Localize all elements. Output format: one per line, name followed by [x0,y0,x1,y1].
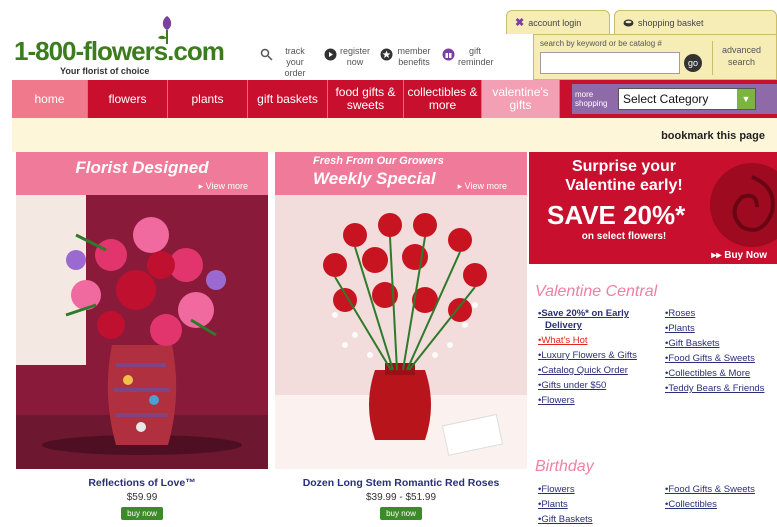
list-item[interactable]: Gift Baskets [665,338,777,350]
register-link[interactable]: register now [324,46,370,78]
promo-line2: Valentine early! [565,177,683,194]
list-item[interactable]: Food Gifts & Sweets [665,484,777,496]
search-input[interactable] [540,52,680,74]
panel-subtitle: Fresh From Our Growers [313,155,444,167]
track-order-label: track your order [284,46,306,78]
more-shopping-bar: more shopping Select Category ▼ [572,84,777,114]
list-item[interactable]: Flowers [538,484,650,496]
birthday-links-col1: Flowers Plants Gift Baskets [538,484,650,527]
shopping-basket-tab[interactable]: shopping basket [614,10,777,34]
advanced-search-link[interactable]: advanced search [712,41,770,75]
nav-tab-valentines-gifts[interactable]: valentine's gifts [482,80,560,118]
panel-header: Florist Designed ▸ View more [16,152,268,195]
promo-buy-now-link[interactable]: ▸▸ Buy Now [711,250,767,261]
bookmark-link[interactable]: bookmark this page [661,130,765,142]
nav-tab-collectibles[interactable]: collectibles & more [404,80,482,118]
product-panel-weekly-special: Fresh From Our Growers Weekly Special ▸ … [275,152,527,527]
list-item[interactable]: Plants [538,499,650,511]
product-photo-reflections[interactable] [16,195,268,469]
account-login-label: account login [528,17,582,28]
register-label: register now [340,46,371,67]
panel-title: Florist Designed [75,158,209,177]
magnifier-icon [260,48,273,61]
list-item[interactable]: Roses [665,308,777,320]
search-panel: search by keyword or be catalog # go adv… [533,34,777,80]
promo-line1: Surprise your [571,158,677,175]
track-order-link[interactable]: track your order [260,46,314,78]
valentine-links-col1: Save 20%* on Early Delivery What's Hot L… [538,308,650,410]
list-item[interactable]: Luxury Flowers & Gifts [538,350,650,362]
list-item[interactable]: Teddy Bears & Friends [665,383,777,395]
buy-now-button[interactable]: buy now [121,507,163,520]
list-item[interactable]: Gifts under $50 [538,380,650,392]
buy-now-button[interactable]: buy now [380,507,422,520]
valentine-central-title: Valentine Central [535,283,658,300]
list-item[interactable]: Catalog Quick Order [538,365,650,377]
product-price: $59.99 [126,492,158,503]
list-item[interactable]: Plants [665,323,777,335]
chevron-down-icon[interactable]: ▼ [737,89,755,109]
gift-reminder-link[interactable]: gift reminder [442,46,494,78]
quick-links: track your order register now member ben… [260,46,494,78]
nav-tab-flowers[interactable]: flowers [88,80,168,118]
category-select[interactable]: Select Category ▼ [618,88,756,110]
valentine-promo-banner[interactable]: Surprise your Valentine early! SAVE 20%*… [529,152,777,264]
bookmark-strip: bookmark this page [12,118,777,152]
list-item[interactable]: Save 20%* on Early Delivery [538,308,650,332]
list-item[interactable]: Food Gifts & Sweets [665,353,777,365]
more-shopping-label: more shopping [575,90,608,108]
star-icon [380,48,393,61]
panel-title: Weekly Special [313,169,436,188]
logo-tagline: Your florist of choice [60,66,150,76]
shopping-basket-label: shopping basket [638,17,704,28]
nav-tab-home[interactable]: home [12,80,88,118]
promo-save: SAVE 20%* [547,200,686,230]
list-item[interactable]: What's Hot [538,335,650,347]
product-photo-roses[interactable] [275,195,527,469]
promo-subtext: on select flowers! [581,231,667,242]
birthday-title: Birthday [535,458,594,475]
gift-icon [442,48,455,61]
list-item[interactable]: Collectibles & More [665,368,777,380]
view-more-link[interactable]: ▸ View more [458,181,507,192]
search-go-button[interactable]: go [684,54,702,72]
account-login-tab[interactable]: ✖ account login [506,10,610,34]
site-logo[interactable]: 1-800-flowers.com Your florist of choice [14,14,225,78]
view-more-label: View more [205,181,248,191]
promo-buy-label: Buy Now [724,250,767,261]
view-more-label: View more [464,181,507,191]
site-header: 1-800-flowers.com Your florist of choice… [0,0,777,80]
search-label: search by keyword or be catalog # [540,39,662,48]
panel-header: Fresh From Our Growers Weekly Special ▸ … [275,152,527,195]
category-select-value: Select Category [623,92,709,106]
basket-icon [623,19,634,27]
member-benefits-link[interactable]: member benefits [380,46,432,78]
account-tabs: ✖ account login shopping basket [506,10,777,34]
bouquet-vase-image [16,195,268,469]
product-name[interactable]: Dozen Long Stem Romantic Red Roses [275,477,527,489]
product-name[interactable]: Reflections of Love™ [16,477,268,489]
list-item[interactable]: Collectibles [665,499,777,511]
valentine-links-col2: Roses Plants Gift Baskets Food Gifts & S… [665,308,777,398]
product-price: $39.99 - $51.99 [365,492,437,503]
member-benefits-label: member benefits [397,46,431,67]
logo-text: 1-800-flowers.com [14,36,225,66]
nav-tab-plants[interactable]: plants [168,80,248,118]
view-more-link[interactable]: ▸ View more [199,181,248,192]
birthday-links-col2: Food Gifts & Sweets Collectibles [665,484,777,514]
product-panel-florist: Florist Designed ▸ View more Reflections… [16,152,268,527]
list-item[interactable]: Gift Baskets [538,514,650,526]
nav-tab-food-gifts[interactable]: food gifts & sweets [328,80,404,118]
roses-vase-image [275,195,527,469]
list-item[interactable]: Flowers [538,395,650,407]
close-x-icon: ✖ [515,17,525,29]
arrow-icon [324,48,337,61]
gift-reminder-label: gift reminder [458,46,494,67]
nav-tab-gift-baskets[interactable]: gift baskets [248,80,328,118]
rose-image [710,163,777,247]
